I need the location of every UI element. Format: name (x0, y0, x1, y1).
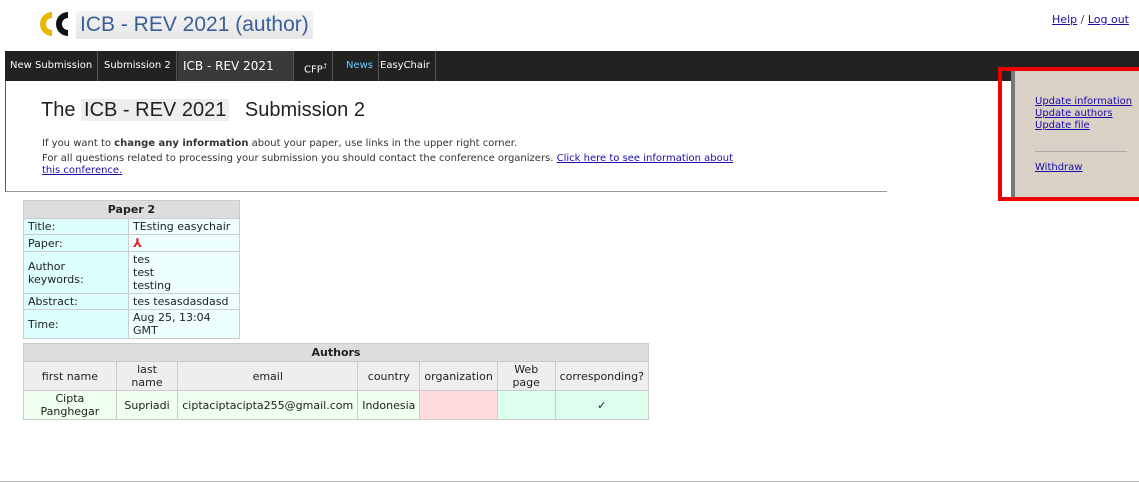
paper-label: Paper: (23, 234, 129, 252)
update-authors-link[interactable]: Update authors (1035, 108, 1132, 120)
column-header: first name (23, 361, 117, 391)
keywords-label: Author keywords: (23, 251, 129, 294)
intro-change-info: If you want to change any information ab… (42, 138, 517, 149)
pdf-icon[interactable]: ⅄ (133, 236, 142, 250)
header: ICB - REV 2021 (author) Help / Log out (0, 0, 1139, 46)
external-link-icon: ⮥ (322, 62, 327, 70)
app-title: ICB - REV 2021 (author) (76, 11, 313, 39)
logout-link[interactable]: Log out (1088, 13, 1129, 26)
table-row: Cipta Panghegar Supriadi ciptaciptacipta… (23, 390, 650, 420)
title-conference: ICB - REV 2021 (81, 99, 230, 121)
menu-news[interactable]: News (341, 51, 380, 81)
main-panel: The ICB - REV 2021 Submission 2 If you w… (5, 81, 887, 192)
top-links: Help / Log out (1052, 13, 1129, 26)
title-value: TEsting easychair (128, 218, 240, 235)
time-value: Aug 25, 13:04 GMT (128, 309, 240, 339)
author-last-name: Supriadi (115, 390, 179, 420)
authors-caption: Authors (23, 343, 649, 362)
abstract-label: Abstract: (23, 293, 129, 310)
paper-table: Paper 2 Title: TEsting easychair Paper: … (23, 200, 240, 339)
menu-submission-2[interactable]: Submission 2 (99, 51, 177, 81)
author-organization (419, 390, 498, 420)
side-menu (1011, 71, 1139, 199)
menu-new-submission[interactable]: New Submission (5, 51, 99, 81)
page-title: The ICB - REV 2021 Submission 2 (41, 99, 365, 122)
author-first-name: Cipta Panghegar (23, 390, 117, 420)
abstract-value: tes tesasdasdasd (128, 293, 240, 310)
keyword: testing (133, 279, 172, 292)
title-label: Title: (23, 218, 129, 235)
intro-contact: For all questions related to processing … (42, 153, 742, 177)
title-prefix: The (41, 99, 76, 121)
menu-bar: New Submission Submission 2 ICB - REV 20… (5, 51, 1139, 81)
link-separator: / (1080, 13, 1085, 26)
footer-divider (0, 481, 1139, 482)
authors-table: Authors first name last name email count… (23, 343, 650, 420)
intro1-post: about your paper, use links in the upper… (248, 138, 518, 149)
update-file-link[interactable]: Update file (1035, 120, 1132, 132)
menu-easychair[interactable]: EasyChair (375, 51, 436, 81)
easychair-logo (40, 12, 68, 36)
column-header: email (177, 361, 359, 391)
update-information-link[interactable]: Update information (1035, 96, 1132, 108)
intro2-pre: For all questions related to processing … (42, 153, 557, 164)
column-header: organization (419, 361, 498, 391)
column-header: last name (115, 361, 179, 391)
withdraw-link[interactable]: Withdraw (1035, 162, 1082, 173)
keywords-value: tes test testing (128, 251, 240, 294)
keyword: tes (133, 253, 150, 266)
intro1-pre: If you want to (42, 138, 115, 149)
menu-conference[interactable]: ICB - REV 2021 (178, 51, 294, 81)
title-suffix: Submission 2 (244, 99, 365, 121)
menu-cfp[interactable]: CFP⮥ (299, 51, 333, 81)
intro1-bold: change any information (114, 138, 249, 149)
author-corresponding: ✓ (554, 390, 650, 420)
author-web-page (496, 390, 556, 420)
time-label: Time: (23, 309, 129, 339)
author-email: ciptaciptacipta255@gmail.com (177, 390, 359, 420)
cfp-label: CFP (304, 64, 323, 76)
side-links: Update information Update authors Update… (1035, 96, 1132, 132)
keyword: test (133, 266, 155, 279)
help-link[interactable]: Help (1052, 13, 1077, 26)
paper-file-cell: ⅄ (128, 234, 240, 252)
paper-caption: Paper 2 (23, 200, 240, 219)
column-header: Web page (496, 361, 556, 391)
author-country: Indonesia (357, 390, 421, 420)
side-divider (1035, 151, 1127, 152)
column-header: corresponding? (554, 361, 650, 391)
column-header: country (357, 361, 421, 391)
